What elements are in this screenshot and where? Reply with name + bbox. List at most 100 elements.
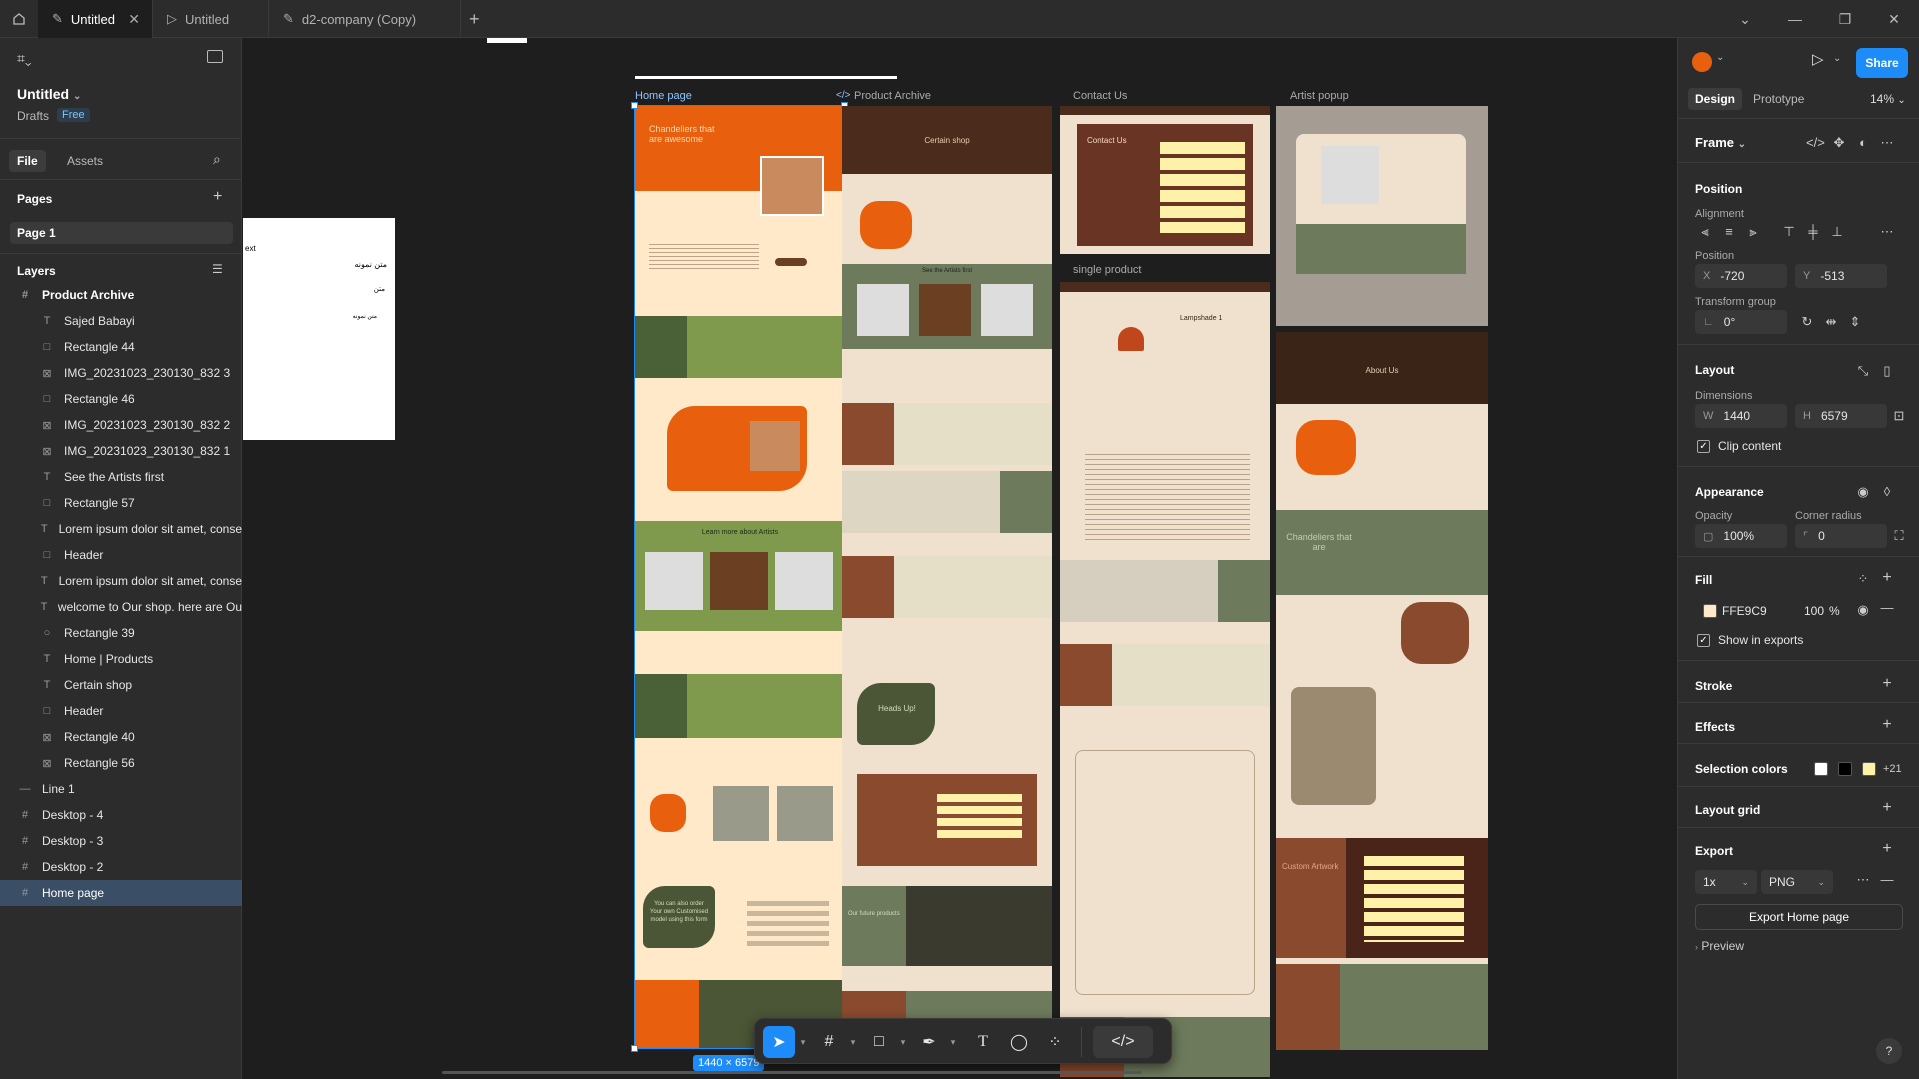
- rotate-icon[interactable]: ↻: [1798, 314, 1816, 330]
- frame-single-product[interactable]: Lampshade 1: [1060, 282, 1270, 1077]
- code-icon[interactable]: </>: [1806, 135, 1825, 150]
- frame-artist-popup[interactable]: [1276, 106, 1488, 326]
- constrain-proportions-icon[interactable]: ⊡: [1890, 408, 1908, 424]
- chevron-down-icon[interactable]: ▾: [847, 1026, 859, 1058]
- chevron-down-icon[interactable]: ⌄: [1716, 52, 1724, 63]
- layer-item[interactable]: T See the Artists first: [0, 464, 242, 490]
- line-1[interactable]: [635, 76, 897, 79]
- frame-about-us[interactable]: About Us Chandeliers that are Custom Art…: [1276, 332, 1488, 1050]
- layer-item[interactable]: ⊠ IMG_20231023_230130_832 2: [0, 412, 242, 438]
- frame-label-artist-popup[interactable]: Artist popup: [1290, 90, 1349, 102]
- horizontal-scrollbar[interactable]: [442, 1071, 1142, 1074]
- canvas[interactable]: ext متن نمونه متن متن نمونه Home page </…: [243, 38, 1677, 1079]
- layer-item[interactable]: # Product Archive: [0, 282, 242, 308]
- export-scale-select[interactable]: 1x ⌄: [1695, 870, 1757, 894]
- layer-item[interactable]: Twelcome to Our shop. here are Ou: [0, 594, 242, 620]
- tab-prototype[interactable]: Prototype: [1753, 92, 1804, 106]
- resize-handle[interactable]: [631, 102, 638, 109]
- rectangle-tool[interactable]: □: [863, 1026, 895, 1058]
- more-colors-count[interactable]: +21: [1883, 763, 1902, 775]
- layer-item[interactable]: □ Header: [0, 698, 242, 724]
- collapse-layers-icon[interactable]: ☰: [212, 262, 223, 276]
- auto-layout-icon[interactable]: ⤡: [1854, 363, 1872, 379]
- chevron-down-icon[interactable]: ▾: [797, 1026, 809, 1058]
- independent-corners-icon[interactable]: ⛶: [1890, 528, 1908, 544]
- avatar[interactable]: [1692, 52, 1712, 72]
- eye-icon[interactable]: ◉: [1854, 602, 1872, 618]
- chevron-down-icon[interactable]: ⌄: [1833, 53, 1841, 64]
- chevron-down-icon[interactable]: ▾: [947, 1026, 959, 1058]
- frame-contact-us[interactable]: Contact Us: [1060, 106, 1270, 254]
- zoom-level[interactable]: 14% ⌄: [1870, 92, 1906, 106]
- layer-item[interactable]: T Sajed Babayi: [0, 308, 242, 334]
- home-button[interactable]: [0, 0, 38, 38]
- resize-handle[interactable]: [631, 1045, 638, 1052]
- help-icon[interactable]: ?: [1876, 1038, 1902, 1064]
- styles-icon[interactable]: ⁘: [1854, 571, 1872, 587]
- present-icon[interactable]: ▷: [1812, 50, 1824, 68]
- close-tab-icon[interactable]: ✕: [128, 11, 140, 28]
- add-page-icon[interactable]: +: [213, 188, 222, 206]
- align-left-icon[interactable]: ⫷: [1696, 224, 1714, 240]
- tabs-dropdown-icon[interactable]: ⌄: [1720, 0, 1770, 38]
- move-tool[interactable]: ➤: [763, 1026, 795, 1058]
- layer-item[interactable]: # Home page: [0, 880, 242, 906]
- layer-item[interactable]: □ Header: [0, 542, 242, 568]
- layer-item[interactable]: T Lorem ipsum dolor sit amet, conse: [0, 516, 242, 542]
- partial-frame[interactable]: ext متن نمونه متن متن نمونه: [243, 218, 395, 440]
- page-item-page-1[interactable]: Page 1: [10, 222, 233, 244]
- selection-color-swatch[interactable]: [1814, 762, 1828, 776]
- fill-hex[interactable]: FFE9C9: [1722, 604, 1767, 618]
- flip-vertical-icon[interactable]: ⇕: [1846, 314, 1864, 330]
- align-right-icon[interactable]: ⫸: [1744, 224, 1762, 240]
- height-field[interactable]: H 6579: [1795, 404, 1887, 428]
- layer-item[interactable]: □ Rectangle 46: [0, 386, 242, 412]
- layer-item[interactable]: ⊠ IMG_20231023_230130_832 1: [0, 438, 242, 464]
- drafts-label[interactable]: Drafts: [17, 109, 49, 123]
- selection-color-swatch[interactable]: [1862, 762, 1876, 776]
- add-export-icon[interactable]: +: [1878, 840, 1896, 858]
- tab-untitled-active[interactable]: ✎ Untitled ✕: [38, 0, 153, 38]
- export-format-select[interactable]: PNG ⌄: [1761, 870, 1833, 894]
- layout-options-icon[interactable]: ▯: [1878, 363, 1896, 379]
- preview-toggle[interactable]: › Preview: [1695, 939, 1744, 953]
- main-menu-icon[interactable]: ⌗⌄: [17, 50, 32, 67]
- layer-item[interactable]: T Home | Products: [0, 646, 242, 672]
- layer-item[interactable]: ○ Rectangle 39: [0, 620, 242, 646]
- align-center-h-icon[interactable]: ≡: [1720, 224, 1738, 239]
- comment-tool[interactable]: ◯: [1003, 1026, 1035, 1058]
- tab-file[interactable]: File: [9, 150, 46, 172]
- eye-icon[interactable]: ◉: [1854, 484, 1872, 500]
- tab-untitled[interactable]: ▷ Untitled: [153, 0, 269, 38]
- tab-design[interactable]: Design: [1688, 88, 1743, 110]
- width-field[interactable]: W 1440: [1695, 404, 1787, 428]
- layer-item[interactable]: T Certain shop: [0, 672, 242, 698]
- frame-type-dropdown[interactable]: Frame ⌄: [1695, 135, 1746, 150]
- frame-label-archive[interactable]: Product Archive: [854, 90, 931, 102]
- align-bottom-icon[interactable]: ⊥: [1828, 224, 1846, 240]
- frame-label-contact[interactable]: Contact Us: [1073, 90, 1127, 102]
- more-icon[interactable]: ⋯: [1878, 224, 1896, 240]
- export-button[interactable]: Export Home page: [1695, 904, 1903, 930]
- show-in-exports-checkbox[interactable]: ✓: [1697, 634, 1710, 647]
- close-window-icon[interactable]: ✕: [1869, 0, 1919, 38]
- layer-item[interactable]: ⊠ Rectangle 56: [0, 750, 242, 776]
- frame-product-archive[interactable]: Certain shop See the Artists first Heads…: [842, 106, 1052, 1056]
- x-field[interactable]: X -720: [1695, 264, 1787, 288]
- sidebar-toggle-icon[interactable]: [207, 50, 223, 63]
- align-middle-v-icon[interactable]: ╪: [1804, 224, 1822, 239]
- layer-item[interactable]: □ Rectangle 44: [0, 334, 242, 360]
- layer-item[interactable]: ⊠ Rectangle 40: [0, 724, 242, 750]
- frame-tool[interactable]: #: [813, 1026, 845, 1058]
- corner-radius-field[interactable]: ⌜ 0: [1795, 524, 1887, 548]
- minimize-icon[interactable]: —: [1770, 0, 1820, 38]
- share-button[interactable]: Share: [1856, 48, 1908, 78]
- export-settings-icon[interactable]: ⋯: [1854, 872, 1872, 888]
- more-icon[interactable]: ⋯: [1878, 135, 1896, 151]
- layer-item[interactable]: # Desktop - 4: [0, 802, 242, 828]
- flip-horizontal-icon[interactable]: ⇹: [1822, 314, 1840, 330]
- add-stroke-icon[interactable]: +: [1878, 675, 1896, 693]
- component-icon[interactable]: ✥: [1830, 135, 1848, 151]
- opacity-field[interactable]: ▢ 100%: [1695, 524, 1787, 548]
- frame-label-home[interactable]: Home page: [635, 90, 692, 102]
